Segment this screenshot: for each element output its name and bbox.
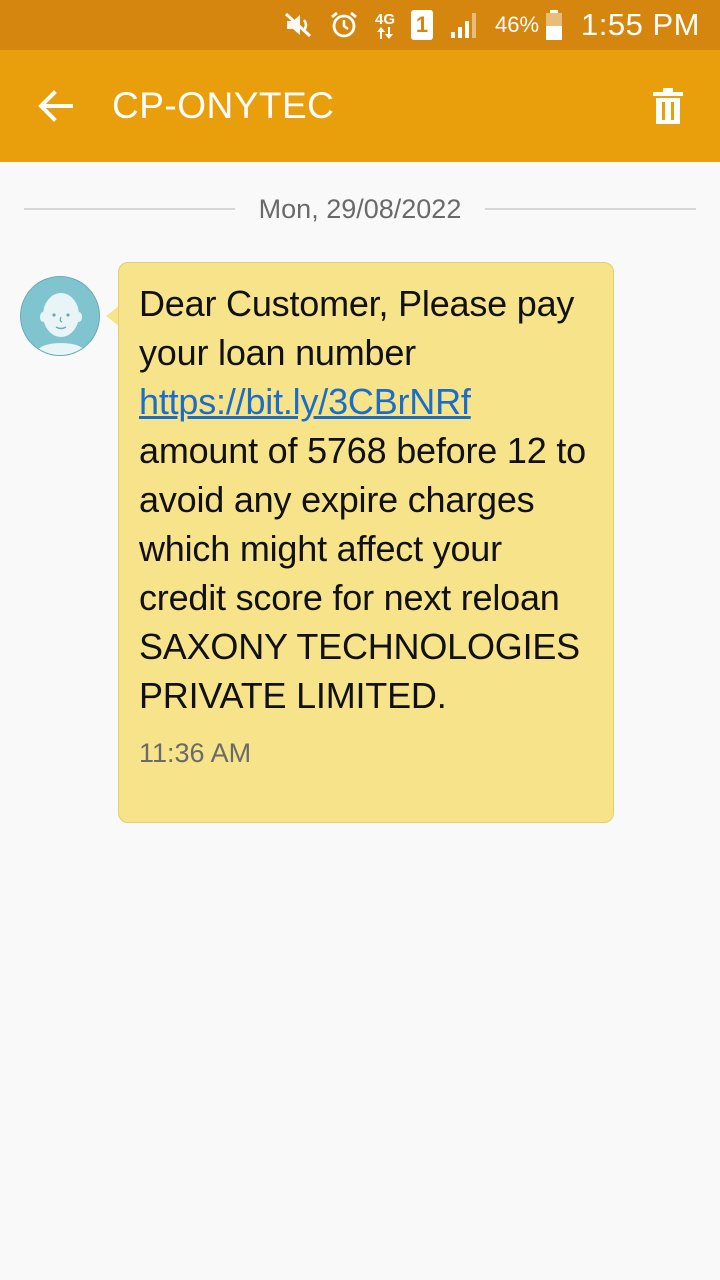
signal-icon — [449, 10, 481, 40]
divider-right — [485, 208, 697, 210]
status-time: 1:55 PM — [581, 7, 700, 42]
date-separator: Mon, 29/08/2022 — [24, 186, 697, 232]
mute-icon — [283, 11, 313, 39]
contact-avatar[interactable] — [20, 276, 100, 356]
person-icon — [33, 293, 89, 355]
alarm-icon — [329, 10, 359, 40]
app-bar: CP-ONYTEC — [0, 50, 720, 162]
battery-icon — [545, 10, 563, 40]
back-arrow-icon — [38, 90, 73, 122]
message-text-part: Dear Customer, Please pay your loan numb… — [139, 283, 575, 373]
network-type-label: 4G — [374, 10, 395, 28]
conversation-date: Mon, 29/08/2022 — [258, 193, 462, 224]
back-button[interactable] — [0, 50, 110, 162]
delete-button[interactable] — [642, 80, 694, 132]
conversation-title: CP-ONYTEC — [112, 85, 335, 126]
sim-slot-label: 1 — [415, 12, 429, 37]
4g-data-icon: 4G — [375, 12, 395, 39]
divider-left — [24, 208, 235, 210]
message-link[interactable]: https://bit.ly/3CBrNRf — [139, 381, 471, 422]
message-time: 11:36 AM — [139, 738, 252, 768]
message-text[interactable]: Dear Customer, Please pay your loan numb… — [139, 279, 593, 720]
trash-icon — [653, 88, 683, 124]
message-bubble[interactable]: Dear Customer, Please pay your loan numb… — [118, 262, 614, 823]
battery-percent: 46% — [495, 12, 540, 37]
sim1-icon: 1 — [411, 10, 433, 40]
status-bar: 4G 1 46% 1:55 PM — [0, 0, 720, 50]
message-text-part: amount of 5768 before 12 to avoid any ex… — [139, 430, 586, 716]
